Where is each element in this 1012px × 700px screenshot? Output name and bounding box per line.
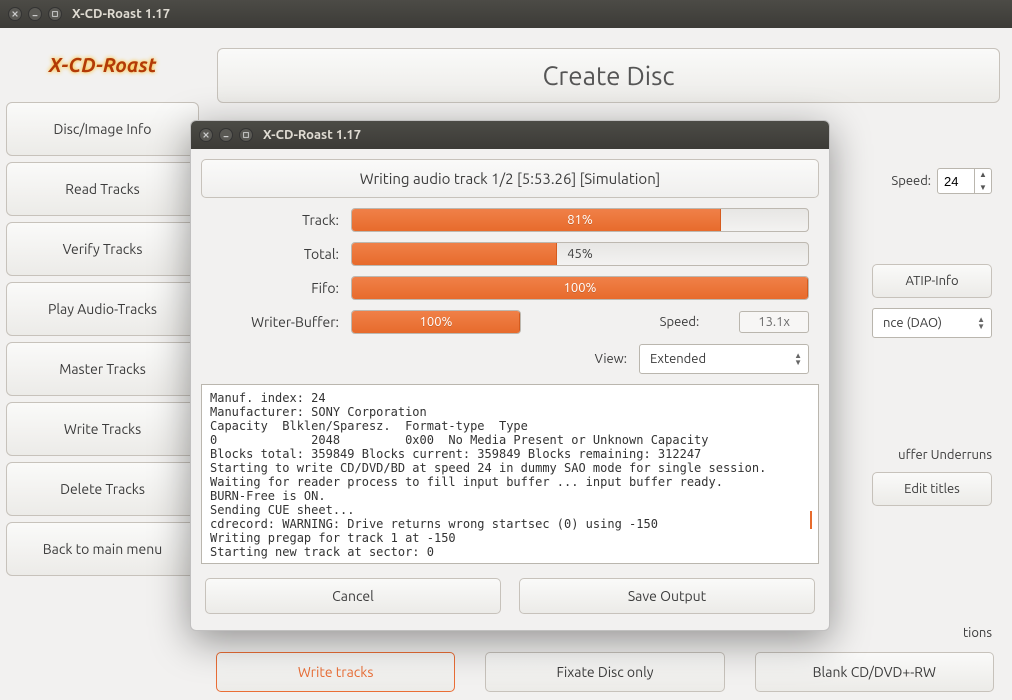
actions-label-fragment: tions: [963, 626, 992, 640]
sidebar-item-write-tracks[interactable]: Write Tracks: [6, 402, 199, 456]
track-fill: [352, 209, 721, 231]
buffer-underruns-label: uffer Underruns: [898, 448, 992, 462]
combo-value: Extended: [650, 352, 706, 366]
sidebar-item-master-tracks[interactable]: Master Tracks: [6, 342, 199, 396]
sidebar-item-read-tracks[interactable]: Read Tracks: [6, 162, 199, 216]
fifo-percent: 100%: [564, 281, 597, 295]
button-label: Blank CD/DVD+-RW: [813, 664, 936, 680]
total-percent: 45%: [567, 247, 593, 261]
dialog-title: X-CD-Roast 1.17: [263, 128, 361, 142]
button-label: Fixate Disc only: [556, 664, 653, 680]
log-text: Manuf. index: 24 Manufacturer: SONY Corp…: [210, 391, 766, 559]
sidebar-item-play-audio-tracks[interactable]: Play Audio-Tracks: [6, 282, 199, 336]
dialog-maximize-icon[interactable]: [239, 128, 253, 142]
main-titlebar: X-CD-Roast 1.17: [0, 0, 1012, 28]
dialog-titlebar: X-CD-Roast 1.17: [191, 121, 829, 149]
wb-percent: 100%: [420, 315, 453, 329]
dialog-speed-label: Speed:: [660, 315, 700, 329]
track-progressbar: 81%: [351, 208, 809, 232]
combo-spin-icon: ▲▼: [792, 352, 804, 366]
dialog-minimize-icon[interactable]: [219, 128, 233, 142]
fixate-disc-button[interactable]: Fixate Disc only: [485, 652, 724, 692]
text-cursor-icon: [810, 511, 812, 529]
blank-disc-button[interactable]: Blank CD/DVD+-RW: [755, 652, 994, 692]
edit-titles-button[interactable]: Edit titles: [872, 472, 992, 506]
total-label: Total:: [201, 246, 351, 262]
speed-label: Speed:: [891, 174, 931, 188]
combo-spin-icon: ▲▼: [975, 316, 987, 330]
view-label: View:: [595, 352, 627, 366]
status-text: Writing audio track 1/2 [5:53.26] [Simul…: [201, 159, 819, 198]
fifo-progressbar: 100%: [351, 276, 809, 300]
button-label: Cancel: [332, 588, 374, 604]
sidebar-item-label: Write Tracks: [64, 421, 141, 437]
log-output[interactable]: Manuf. index: 24 Manufacturer: SONY Corp…: [201, 384, 819, 564]
sidebar: X-CD-Roast Disc/Image Info Read Tracks V…: [0, 28, 205, 700]
sidebar-item-delete-tracks[interactable]: Delete Tracks: [6, 462, 199, 516]
writer-buffer-progressbar: 100%: [351, 310, 521, 334]
progress-dialog: X-CD-Roast 1.17 Writing audio track 1/2 …: [190, 120, 830, 631]
view-combo[interactable]: Extended ▲▼: [639, 344, 809, 374]
sidebar-item-verify-tracks[interactable]: Verify Tracks: [6, 222, 199, 276]
total-fill: [352, 243, 557, 265]
sidebar-item-label: Delete Tracks: [60, 481, 145, 497]
window-maximize-icon[interactable]: [48, 7, 62, 21]
sidebar-item-disc-image-info[interactable]: Disc/Image Info: [6, 102, 199, 156]
page-title: Create Disc: [217, 48, 1000, 103]
speed-spinner[interactable]: ▲ ▼: [937, 168, 992, 194]
window-title: X-CD-Roast 1.17: [72, 7, 170, 21]
write-mode-combo[interactable]: nce (DAO) ▲▼: [872, 308, 992, 338]
total-progressbar: 45%: [351, 242, 809, 266]
app-logo: X-CD-Roast: [13, 40, 193, 88]
cancel-button[interactable]: Cancel: [205, 578, 501, 614]
speed-input[interactable]: [938, 174, 974, 189]
fifo-label: Fifo:: [201, 280, 351, 296]
combo-value: nce (DAO): [883, 316, 942, 330]
sidebar-item-label: Play Audio-Tracks: [48, 301, 157, 317]
button-label: ATIP-Info: [905, 274, 958, 288]
sidebar-item-back-to-main[interactable]: Back to main menu: [6, 522, 199, 576]
sidebar-item-label: Back to main menu: [43, 541, 162, 557]
track-percent: 81%: [567, 213, 593, 227]
window-close-icon[interactable]: [8, 7, 22, 21]
spin-down-icon[interactable]: ▼: [975, 181, 991, 194]
save-output-button[interactable]: Save Output: [519, 578, 815, 614]
track-label: Track:: [201, 212, 351, 228]
writer-buffer-label: Writer-Buffer:: [201, 314, 351, 330]
sidebar-item-label: Verify Tracks: [63, 241, 143, 257]
dialog-close-icon[interactable]: [199, 128, 213, 142]
write-tracks-button[interactable]: Write tracks: [216, 652, 455, 692]
button-label: Write tracks: [298, 664, 374, 680]
sidebar-item-label: Read Tracks: [65, 181, 139, 197]
button-label: Save Output: [628, 588, 706, 604]
atip-info-button[interactable]: ATIP-Info: [872, 264, 992, 298]
sidebar-item-label: Master Tracks: [59, 361, 146, 377]
window-minimize-icon[interactable]: [28, 7, 42, 21]
spin-up-icon[interactable]: ▲: [975, 168, 991, 181]
sidebar-item-label: Disc/Image Info: [54, 121, 152, 137]
button-label: Edit titles: [904, 482, 960, 496]
dialog-speed-value: 13.1x: [739, 311, 809, 333]
